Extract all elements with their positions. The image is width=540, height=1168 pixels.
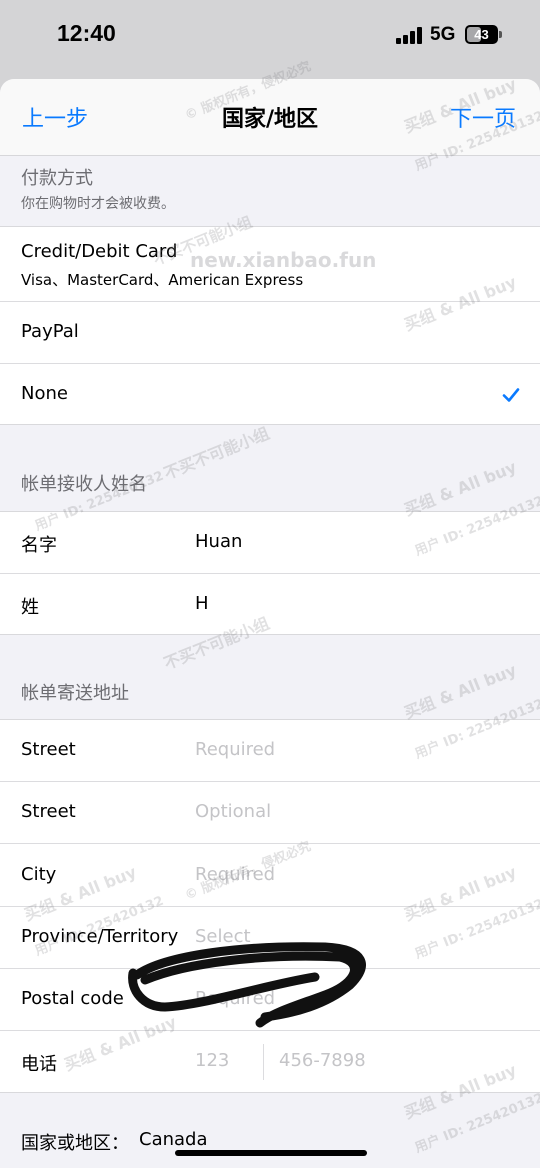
payment-option-subtitle: Visa、MasterCard、American Express <box>21 271 304 289</box>
phone-number-input[interactable]: 456-7898 <box>279 1050 366 1071</box>
checkmark-icon <box>502 388 520 402</box>
street-1-row[interactable]: Street Required <box>0 720 540 782</box>
phone-field-divider <box>263 1044 264 1080</box>
city-row[interactable]: City Required <box>0 844 540 907</box>
battery-level: 43 <box>474 27 489 42</box>
city-label: City <box>21 864 57 885</box>
payment-option-card[interactable]: Credit/Debit Card Visa、MasterCard、Americ… <box>0 227 540 302</box>
redaction-scribble <box>128 942 366 1028</box>
country-value: Canada <box>139 1129 208 1150</box>
cellular-signal-icon <box>396 27 422 44</box>
street-2-row[interactable]: Street Optional <box>0 782 540 844</box>
phone-area-code-input[interactable]: 123 <box>195 1050 229 1071</box>
postal-code-label: Postal code <box>21 988 124 1009</box>
payment-option-label: PayPal <box>21 321 79 342</box>
payment-option-label: None <box>21 383 68 404</box>
billing-address-header: 帐单寄送地址 <box>0 635 540 721</box>
status-bar: 12:40 5G 43 <box>0 0 540 78</box>
street-2-label: Street <box>21 801 76 822</box>
battery-icon: 43 <box>465 25 498 44</box>
payment-section-title: 付款方式 <box>21 168 93 189</box>
street-2-input[interactable]: Optional <box>195 801 271 822</box>
country-row: 国家或地区： Canada <box>0 1123 540 1163</box>
billing-name-title: 帐单接收人姓名 <box>21 474 147 495</box>
payment-option-label: Credit/Debit Card <box>21 241 178 262</box>
battery-tip <box>499 31 502 38</box>
billing-name-header: 帐单接收人姓名 <box>0 425 540 511</box>
street-1-input[interactable]: Required <box>195 739 275 760</box>
phone-label: 电话 <box>21 1054 57 1075</box>
first-name-field[interactable]: Huan <box>195 531 242 552</box>
payment-options-group: Credit/Debit Card Visa、MasterCard、Americ… <box>0 226 540 425</box>
next-button[interactable]: 下一页 <box>450 101 516 133</box>
navigation-bar: 上一步 国家/地区 下一页 <box>0 79 540 156</box>
billing-name-group: 名字 Huan 姓 H <box>0 511 540 635</box>
payment-option-paypal[interactable]: PayPal <box>0 302 540 364</box>
payment-section-header: 付款方式 你在购物时才会被收费。 <box>0 156 540 226</box>
billing-address-group: Street Required Street Optional City Req… <box>0 719 540 1093</box>
last-name-field[interactable]: H <box>195 593 209 614</box>
street-1-label: Street <box>21 739 76 760</box>
first-name-row[interactable]: 名字 Huan <box>0 512 540 574</box>
home-indicator <box>175 1150 367 1156</box>
last-name-row[interactable]: 姓 H <box>0 574 540 635</box>
last-name-label: 姓 <box>21 597 39 618</box>
payment-section-subtitle: 你在购物时才会被收费。 <box>21 196 175 212</box>
first-name-label: 名字 <box>21 535 57 556</box>
network-type: 5G <box>430 24 456 45</box>
country-label: 国家或地区： <box>21 1133 129 1154</box>
phone-row[interactable]: 电话 123 456-7898 <box>0 1031 540 1093</box>
status-time: 12:40 <box>57 20 116 46</box>
billing-address-title: 帐单寄送地址 <box>21 683 129 704</box>
payment-option-none[interactable]: None <box>0 364 540 425</box>
city-input[interactable]: Required <box>195 864 275 885</box>
